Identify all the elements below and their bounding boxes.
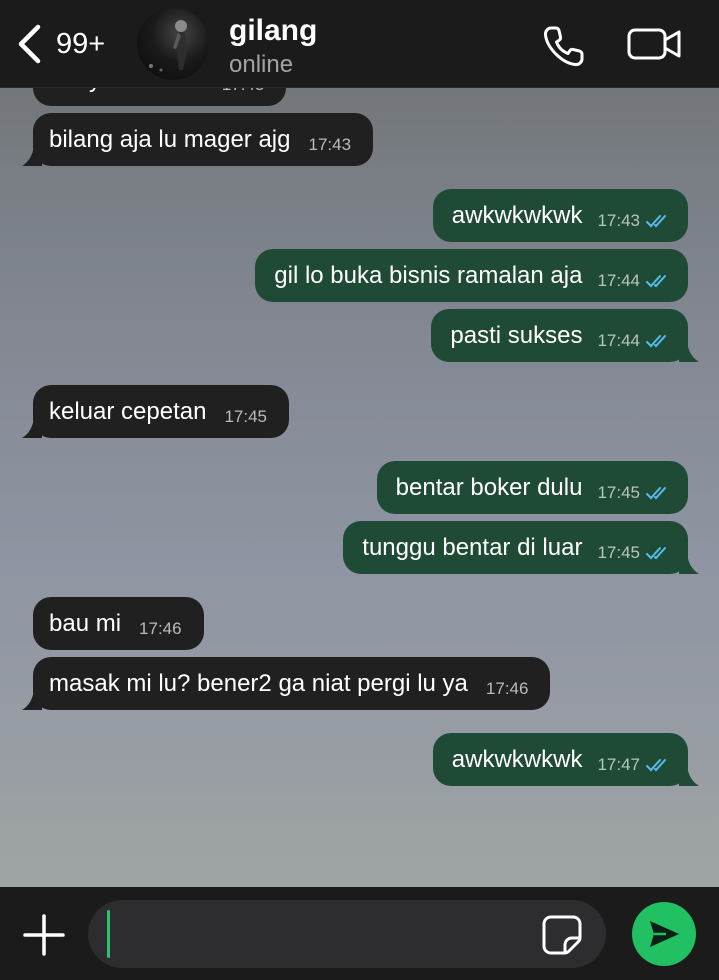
- double-check-icon: [646, 546, 666, 559]
- message-outgoing[interactable]: awkwkwkwk 17:47: [432, 733, 699, 786]
- unread-count: 99+: [56, 27, 106, 60]
- message-time: 17:47: [597, 754, 640, 774]
- message-outgoing[interactable]: bentar boker dulu 17:45: [376, 461, 688, 514]
- send-button[interactable]: [632, 902, 696, 966]
- message-time: 17:44: [597, 330, 640, 350]
- message-text: tunggu bentar di luar: [362, 533, 583, 561]
- chevron-left-icon: [18, 24, 41, 64]
- avatar-image: [149, 20, 187, 72]
- send-icon: [650, 921, 679, 947]
- message-time: 17:44: [597, 270, 640, 290]
- message-text: gil lo buka bisnis ramalan aja: [274, 261, 583, 289]
- message-text: keluar cepetan: [49, 397, 207, 425]
- message-time: 17:43: [597, 210, 640, 230]
- message-outgoing[interactable]: gil lo buka bisnis ramalan aja 17:44: [255, 249, 688, 302]
- double-check-icon: [646, 214, 666, 227]
- sticker-icon[interactable]: [541, 914, 583, 956]
- message-incoming[interactable]: bau mi 17:46: [33, 597, 204, 650]
- bubble-tail: [22, 690, 42, 710]
- back-button[interactable]: 99+: [16, 22, 105, 66]
- message-text: bentar boker dulu: [395, 473, 583, 501]
- message-outgoing[interactable]: tunggu bentar di luar 17:45: [343, 521, 699, 574]
- bubble-tail: [679, 554, 699, 574]
- bubble-tail: [679, 766, 699, 786]
- message-time: 17:45: [597, 542, 640, 562]
- double-check-icon: [646, 274, 666, 287]
- message-text: masak mi lu? bener2 ga niat pergi lu ya: [49, 669, 468, 697]
- message-text: bau mi: [49, 609, 122, 637]
- message-time: 17:46: [139, 618, 182, 638]
- double-check-icon: [646, 486, 666, 499]
- message-outgoing[interactable]: awkwkwkwk 17:43: [432, 189, 688, 242]
- double-check-icon: [646, 758, 666, 771]
- message-incoming[interactable]: keluar cepetan 17:45: [22, 385, 289, 438]
- message-outgoing[interactable]: pasti sukses 17:44: [431, 309, 699, 362]
- contact-status: online: [229, 51, 294, 78]
- chat-header: 99+ gilang online: [0, 0, 719, 88]
- message-text: awkwkwkwk: [451, 745, 583, 773]
- message-text: pasti sukses: [450, 321, 583, 349]
- phone-icon[interactable]: [542, 24, 586, 68]
- message-time: 17:46: [485, 678, 529, 698]
- text-cursor: [107, 910, 110, 958]
- message-input[interactable]: [88, 900, 606, 968]
- message-incoming[interactable]: bilang aja lu mager ajg 17:43: [22, 113, 374, 166]
- message-time: 17:43: [308, 134, 352, 154]
- bubble-tail: [22, 418, 42, 438]
- contact-name[interactable]: gilang: [229, 14, 317, 48]
- message-text: bilang aja lu mager ajg: [49, 125, 291, 153]
- avatar[interactable]: [137, 8, 209, 80]
- message-text: awkwkwkwk: [451, 201, 583, 229]
- message-incoming[interactable]: masak mi lu? bener2 ga niat pergi lu ya …: [22, 657, 551, 710]
- message-time: 17:45: [224, 406, 267, 426]
- plus-icon[interactable]: [22, 913, 66, 957]
- message-time: 17:45: [597, 482, 640, 502]
- bubble-tail: [22, 146, 42, 166]
- double-check-icon: [646, 334, 666, 347]
- bubble-tail: [679, 342, 699, 362]
- video-camera-icon[interactable]: [627, 24, 683, 64]
